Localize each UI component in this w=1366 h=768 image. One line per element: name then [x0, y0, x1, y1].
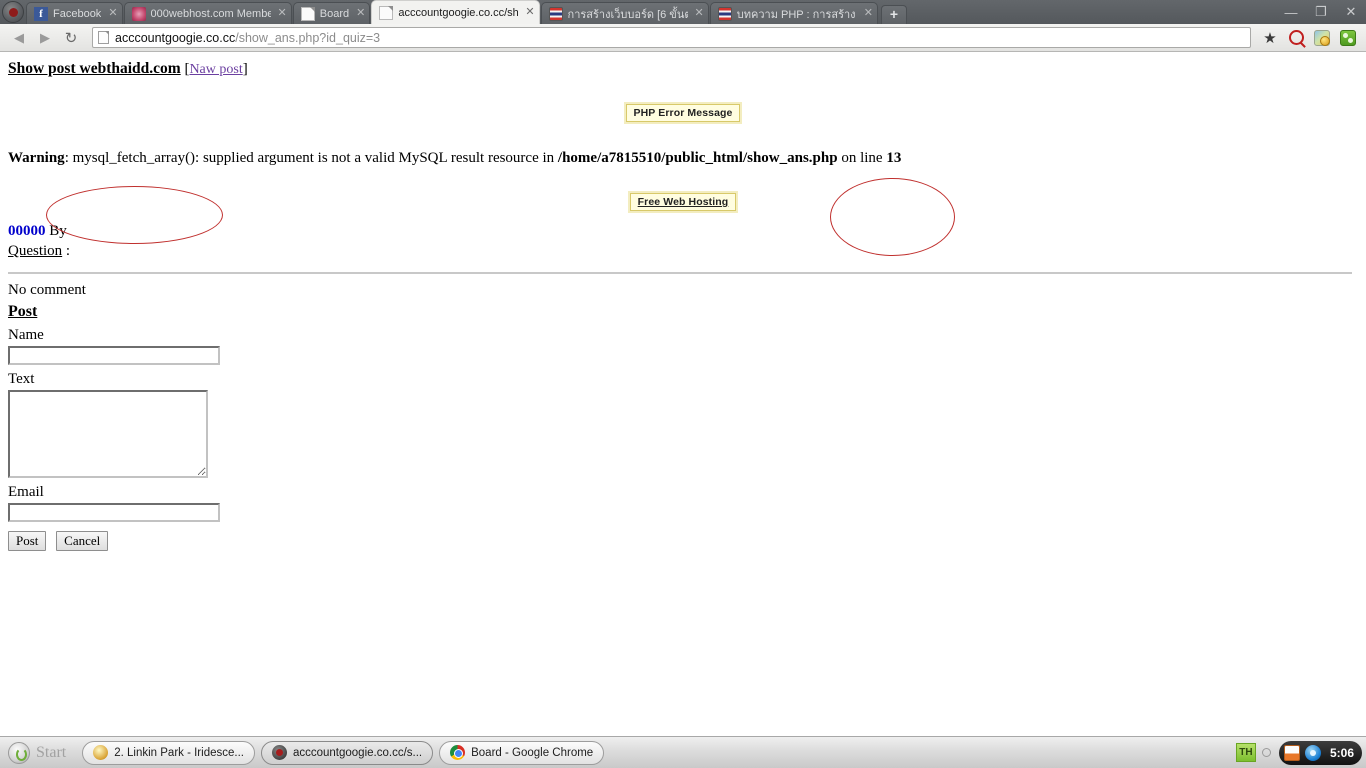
warning-tail: on line: [837, 150, 887, 166]
address-bar[interactable]: acccountgoogie.co.cc/show_ans.php?id_qui…: [92, 27, 1251, 48]
name-field-label: Name: [8, 327, 44, 343]
tab-close-icon[interactable]: ✕: [695, 8, 704, 19]
minimize-button[interactable]: —: [1276, 0, 1306, 24]
taskbar: Start 2. Linkin Park - Iridesce... accco…: [0, 736, 1366, 768]
question-line: Question :: [8, 243, 1358, 260]
start-orb-icon: [8, 741, 30, 764]
php-error-message-badge: PHP Error Message: [623, 102, 743, 124]
quiz-id: 00000: [8, 223, 46, 239]
php-error-badge-row: PHP Error Message: [8, 102, 1358, 124]
taskbar-item-label: Board - Google Chrome: [471, 746, 594, 759]
tab-title: Board: [319, 7, 350, 20]
text-field-label: Text: [8, 371, 35, 387]
free-hosting-badge-row: Free Web Hosting: [8, 191, 1358, 213]
browser-window: f Facebook ✕ 000webhost.com Members Ar ✕…: [0, 0, 1366, 736]
media-tray-icon[interactable]: [1304, 744, 1321, 761]
warning-text: mysql_fetch_array(): supplied argument i…: [72, 150, 558, 166]
opera-icon: [271, 745, 287, 760]
document-icon: [300, 6, 315, 21]
tray-pill: 5:06: [1278, 740, 1362, 765]
new-post-bracket-close: ]: [242, 61, 248, 77]
post-button[interactable]: Post: [8, 531, 47, 551]
tab-close-icon[interactable]: ✕: [864, 8, 873, 19]
reload-button[interactable]: ↻: [58, 26, 84, 50]
tab-strip: f Facebook ✕ 000webhost.com Members Ar ✕…: [0, 0, 1366, 24]
new-tab-button[interactable]: +: [880, 5, 907, 24]
taskbar-item-label: 2. Linkin Park - Iridesce...: [114, 746, 244, 759]
tab-title: Facebook: [53, 7, 102, 20]
restore-button[interactable]: ❐: [1306, 0, 1336, 24]
back-button[interactable]: ◀: [6, 26, 32, 50]
green-extension-icon[interactable]: [1336, 26, 1360, 50]
taskbar-item-acccountgoogie[interactable]: acccountgoogie.co.cc/s...: [260, 740, 434, 765]
window-controls: — ❐ ✕: [1276, 0, 1366, 24]
post-byline: 00000 By: [8, 223, 1358, 240]
language-indicator[interactable]: TH: [1235, 743, 1256, 762]
magnifier-extension-icon[interactable]: [1284, 26, 1308, 50]
browser-tab-thai-webboard[interactable]: การสร้างเว็บบอร์ด [6 ขั้นตอน] ✕: [540, 2, 709, 24]
warning-colon: :: [64, 150, 73, 166]
question-label: Question: [8, 243, 63, 259]
page-content: Show post webthaidd.com [Naw post] PHP E…: [0, 52, 1366, 735]
thai-flag-icon: [717, 6, 732, 21]
clock[interactable]: 5:06: [1330, 746, 1354, 760]
chrome-icon: [450, 745, 466, 760]
warning-file-path: /home/a7815510/public_html/show_ans.php: [557, 150, 838, 166]
free-web-hosting-badge[interactable]: Free Web Hosting: [627, 191, 739, 213]
page-header: Show post webthaidd.com [Naw post]: [8, 60, 1358, 78]
document-tray-icon[interactable]: [1283, 744, 1300, 761]
browser-tab-acccountgoogie[interactable]: acccountgoogie.co.cc/show_a ✕: [371, 0, 540, 24]
email-field-label: Email: [8, 484, 44, 500]
name-input[interactable]: [8, 346, 220, 365]
browser-tab-facebook[interactable]: f Facebook ✕: [26, 2, 123, 24]
taskbar-item-media-player[interactable]: 2. Linkin Park - Iridesce...: [82, 740, 255, 765]
url-path: /show_ans.php?id_quiz=3: [235, 30, 381, 45]
tab-title: บทความ PHP : การสร้าง webbo: [736, 8, 857, 21]
browser-tab-000webhost[interactable]: 000webhost.com Members Ar ✕: [123, 2, 292, 24]
tray-expand-icon[interactable]: [1261, 748, 1271, 757]
browser-tab-board[interactable]: Board ✕: [292, 2, 371, 24]
warning-label: Warning: [8, 150, 65, 166]
url-host: acccountgoogie.co.cc: [115, 30, 236, 45]
close-button[interactable]: ✕: [1336, 0, 1366, 24]
forward-button[interactable]: ▶: [32, 26, 58, 50]
cancel-button[interactable]: Cancel: [56, 531, 109, 551]
page-title: Show post webthaidd.com: [8, 60, 181, 77]
page-info-icon: [98, 31, 109, 44]
text-textarea[interactable]: [8, 390, 208, 478]
tab-title: การสร้างเว็บบอร์ด [6 ขั้นตอน]: [567, 8, 688, 21]
start-button[interactable]: Start: [4, 740, 76, 766]
chrome-logo-icon: [2, 1, 24, 23]
facebook-icon: f: [34, 6, 48, 21]
tab-close-icon[interactable]: ✕: [108, 8, 117, 19]
tab-close-icon[interactable]: ✕: [356, 8, 365, 19]
form-button-row: Post Cancel: [8, 531, 1358, 551]
warning-line-number: 13: [886, 150, 902, 166]
browser-tab-php-article[interactable]: บทความ PHP : การสร้าง webbo ✕: [709, 2, 878, 24]
question-colon: :: [65, 243, 71, 259]
tab-close-icon[interactable]: ✕: [278, 8, 287, 19]
no-comment-text: No comment: [8, 282, 86, 298]
system-tray: TH 5:06: [1235, 740, 1362, 766]
tab-close-icon[interactable]: ✕: [525, 7, 534, 18]
globe-extension-icon[interactable]: [1310, 26, 1334, 50]
content-divider: [8, 272, 1352, 274]
email-input[interactable]: [8, 503, 220, 522]
bookmark-star-icon[interactable]: ★: [1258, 26, 1282, 50]
tab-title: 000webhost.com Members Ar: [150, 7, 271, 20]
new-post-link[interactable]: Naw post: [189, 62, 242, 77]
tab-title: acccountgoogie.co.cc/show_a: [398, 6, 519, 19]
by-label: By: [49, 223, 67, 239]
thai-flag-icon: [548, 6, 563, 21]
taskbar-item-label: acccountgoogie.co.cc/s...: [292, 746, 423, 759]
php-warning-message: Warning: mysql_fetch_array(): supplied a…: [8, 149, 1358, 167]
post-form-heading: Post: [8, 303, 38, 320]
000webhost-icon: [131, 6, 146, 21]
media-player-icon: [93, 745, 109, 760]
taskbar-item-board-chrome[interactable]: Board - Google Chrome: [439, 740, 605, 765]
start-label: Start: [36, 743, 67, 761]
document-icon: [379, 5, 394, 20]
browser-toolbar: ◀ ▶ ↻ acccountgoogie.co.cc/show_ans.php?…: [0, 24, 1366, 52]
